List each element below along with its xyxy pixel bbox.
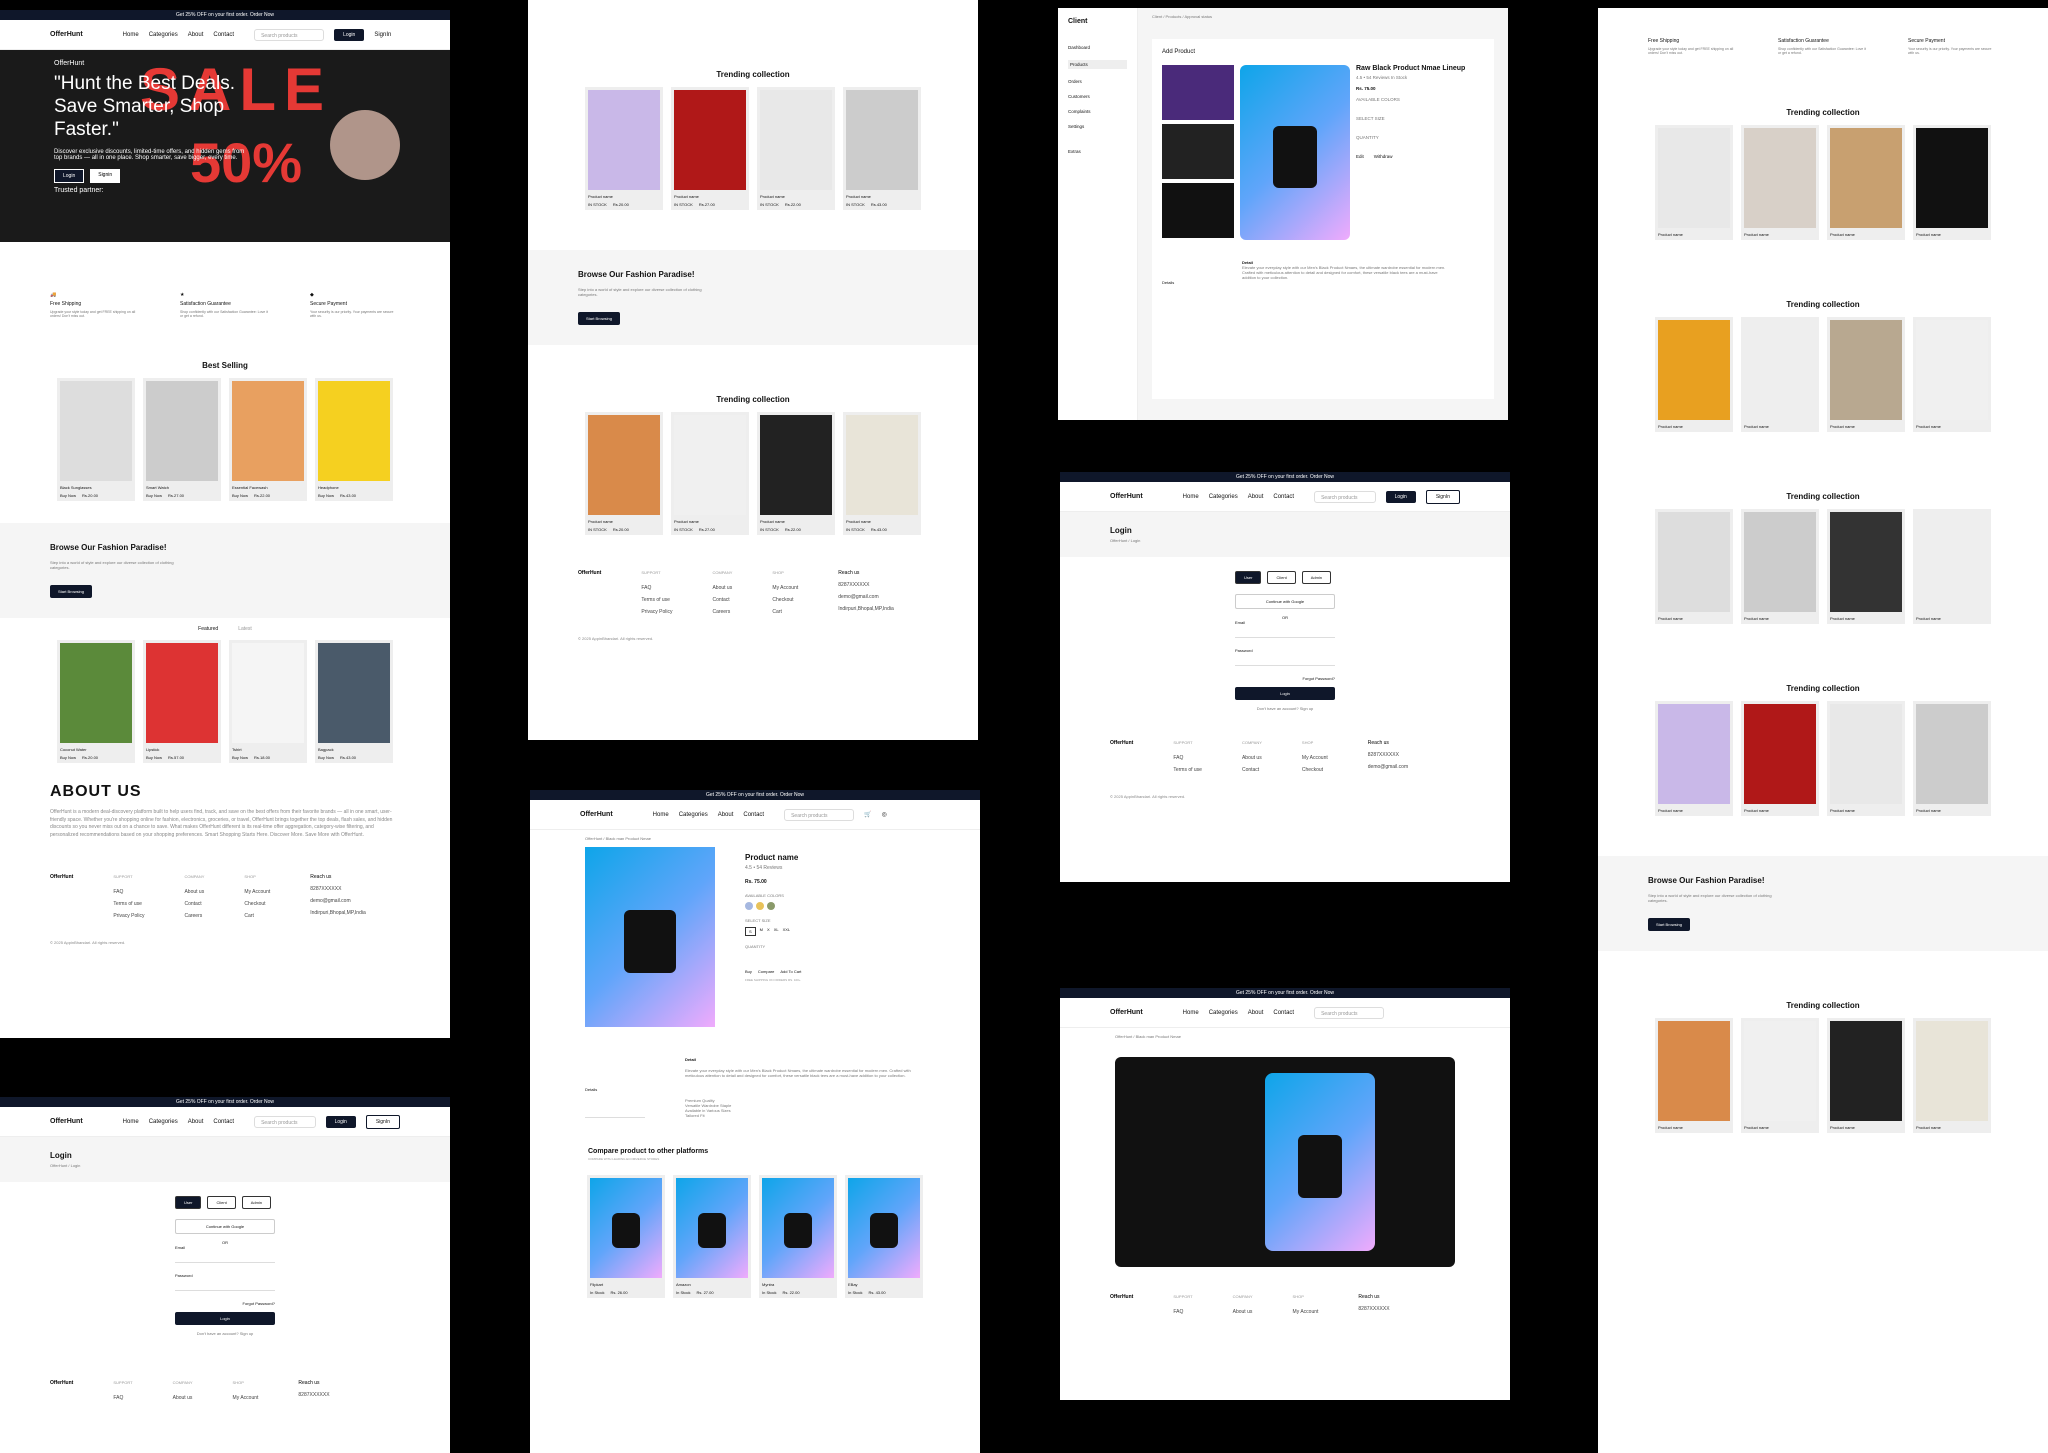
shield-icon: ★ <box>180 292 185 298</box>
tabs: Featured Latest <box>0 626 450 632</box>
tab-featured[interactable]: Featured <box>198 626 218 632</box>
search-input[interactable]: Search products <box>254 28 325 41</box>
footer: OfferHunt SUPPORT FAQ Terms of use Privacy … <box>50 874 366 919</box>
product-card[interactable]: Tshirt Buy Now Rs.18.00 <box>229 640 307 763</box>
promo-bar[interactable]: Get 25% OFF on your first order. Order N… <box>0 10 450 20</box>
role-user[interactable]: User <box>175 1196 202 1209</box>
feature-item: ★ Satisfaction Guarantee Shop confidently … <box>180 292 270 321</box>
nav-contact[interactable]: Contact <box>213 32 234 38</box>
product-card[interactable]: Product name IN STOCK Rs.43.00 <box>843 87 921 210</box>
product-card[interactable]: Product name IN STOCK Rs.22.00 <box>757 412 835 535</box>
product-card[interactable]: Product name IN STOCK Rs.27.00 <box>671 412 749 535</box>
nav-categories[interactable]: Categories <box>149 32 178 38</box>
login-page-panel-left: Get 25% OFF on your first order. Order N… <box>0 1097 450 1453</box>
feature-item: 🚚 Free Shipping Upgrade your style today a… <box>50 292 140 321</box>
best-selling-title: Best Selling <box>202 361 248 370</box>
thumb[interactable] <box>1162 124 1234 179</box>
product-card[interactable]: Headphone Buy Now Rs.43.00 <box>315 378 393 501</box>
login-submit[interactable]: Login <box>175 1312 275 1325</box>
product-card[interactable]: Product name IN STOCK Rs.27.00 <box>671 87 749 210</box>
hero-kicker: OfferHunt <box>54 60 85 67</box>
best-selling-list: Black Sunglasses Buy Now Rs.20.00 Smart Wa… <box>0 378 450 501</box>
platform-card[interactable]: Amazon In Stock Rs. 27.00 <box>673 1175 751 1298</box>
client-dashboard-panel: Client Dashboard Products Orders Custome… <box>1058 8 1508 420</box>
product-card[interactable]: Lipstick Buy Now Rs.57.00 <box>143 640 221 763</box>
partner-label: Trusted partner: <box>54 187 104 195</box>
login-button[interactable]: Login <box>334 28 365 41</box>
client-sidebar: Client Dashboard Products Orders Custome… <box>1058 8 1138 420</box>
login-form: User Client Admin Continue with Google OR … <box>175 1196 275 1336</box>
password-field[interactable] <box>175 1281 275 1291</box>
cart-icon[interactable]: 🛒 <box>864 811 871 818</box>
about-text: OfferHunt is a modern deal-discovery pla… <box>50 809 393 838</box>
color-swatch[interactable] <box>745 902 753 910</box>
features: 🚚 Free Shipping Upgrade your style today a… <box>0 272 450 341</box>
hero-title: "Hunt the Best Deals. Save Smarter, Shop… <box>54 73 236 140</box>
color-swatch[interactable] <box>767 902 775 910</box>
signin-button[interactable]: SignIn <box>374 32 391 38</box>
login-page-panel-right: Get 25% OFF on your first order. Order N… <box>1060 472 1510 882</box>
main-image <box>1240 65 1350 240</box>
start-browsing-button[interactable]: Start Browsing <box>50 585 93 598</box>
home-page-panel: Get 25% OFF on your first order. Order N… <box>0 10 450 1038</box>
about-title: ABOUT US <box>50 783 142 800</box>
product-card[interactable]: Bagpack Buy Now Rs.43.00 <box>315 640 393 763</box>
hero-login-button[interactable]: Login <box>54 169 85 184</box>
product-card[interactable]: Black Sunglasses Buy Now Rs.20.00 <box>57 378 135 501</box>
email-field[interactable] <box>175 1253 275 1263</box>
tab-latest[interactable]: Latest <box>238 626 252 632</box>
product-card[interactable]: Product name IN STOCK Rs.20.00 <box>585 87 663 210</box>
trending-column-panel: Free Shipping Upgrade your style today an… <box>1598 8 2048 1453</box>
trending-panel: Trending collection Product name IN STOCK… <box>528 0 978 740</box>
browse-banner: Browse Our Fashion Paradise! Step into a… <box>0 523 450 618</box>
product-detail-panel: Get 25% OFF on your first order. Order N… <box>530 790 980 1453</box>
thumb[interactable] <box>1162 183 1234 238</box>
logo[interactable]: OfferHunt <box>50 31 83 38</box>
color-swatch[interactable] <box>756 902 764 910</box>
thumb[interactable] <box>1162 65 1234 120</box>
truck-icon: 🚚 <box>50 292 57 298</box>
product-card[interactable]: Product name IN STOCK Rs.22.00 <box>757 87 835 210</box>
copyright: © 2025 AppinBhandari. All rights reserve… <box>50 940 126 945</box>
product-card[interactable]: Essential Facewash Buy Now Rs.22.00 <box>229 378 307 501</box>
product-card[interactable]: Product name IN STOCK Rs.43.00 <box>843 412 921 535</box>
latest-list: Coconut Water Buy Now Rs.20.00 Lipstick Buy… <box>0 640 450 763</box>
platform-card[interactable]: Flipkart In Stock Rs. 26.00 <box>587 1175 665 1298</box>
nav-home[interactable]: Home <box>123 32 139 38</box>
feature-item: ◆ Secure Payment Your security is our prio… <box>310 292 400 321</box>
about-section: ABOUT US OfferHunt is a modern deal-disc… <box>0 763 450 859</box>
lock-icon: ◆ <box>310 292 314 298</box>
image-viewer-panel: Get 25% OFF on your first order. Order N… <box>1060 988 1510 1400</box>
lightbox <box>1115 1057 1455 1267</box>
product-card[interactable]: Coconut Water Buy Now Rs.20.00 <box>57 640 135 763</box>
navbar: OfferHunt Home Categories About Contact … <box>0 20 450 50</box>
hero-desc: Discover exclusive discounts, limited-ti… <box>54 149 245 162</box>
product-image <box>585 847 715 1027</box>
role-client[interactable]: Client <box>207 1196 236 1209</box>
nav-about[interactable]: About <box>188 32 204 38</box>
product-card[interactable]: Smart Watch Buy Now Rs.27.00 <box>143 378 221 501</box>
platform-card[interactable]: EBay In Stock Rs. 43.00 <box>845 1175 923 1298</box>
role-admin[interactable]: Admin <box>241 1196 272 1209</box>
user-icon[interactable]: ◎ <box>882 811 887 818</box>
platform-card[interactable]: Myntra In Stock Rs. 22.00 <box>759 1175 837 1298</box>
hero: SALE 50% OfferHunt "Hunt the Best Deals.… <box>0 50 450 242</box>
product-card[interactable]: Product name IN STOCK Rs.20.00 <box>585 412 663 535</box>
hero-signin-button[interactable]: Signin <box>90 169 121 184</box>
google-button[interactable]: Continue with Google <box>175 1219 275 1234</box>
